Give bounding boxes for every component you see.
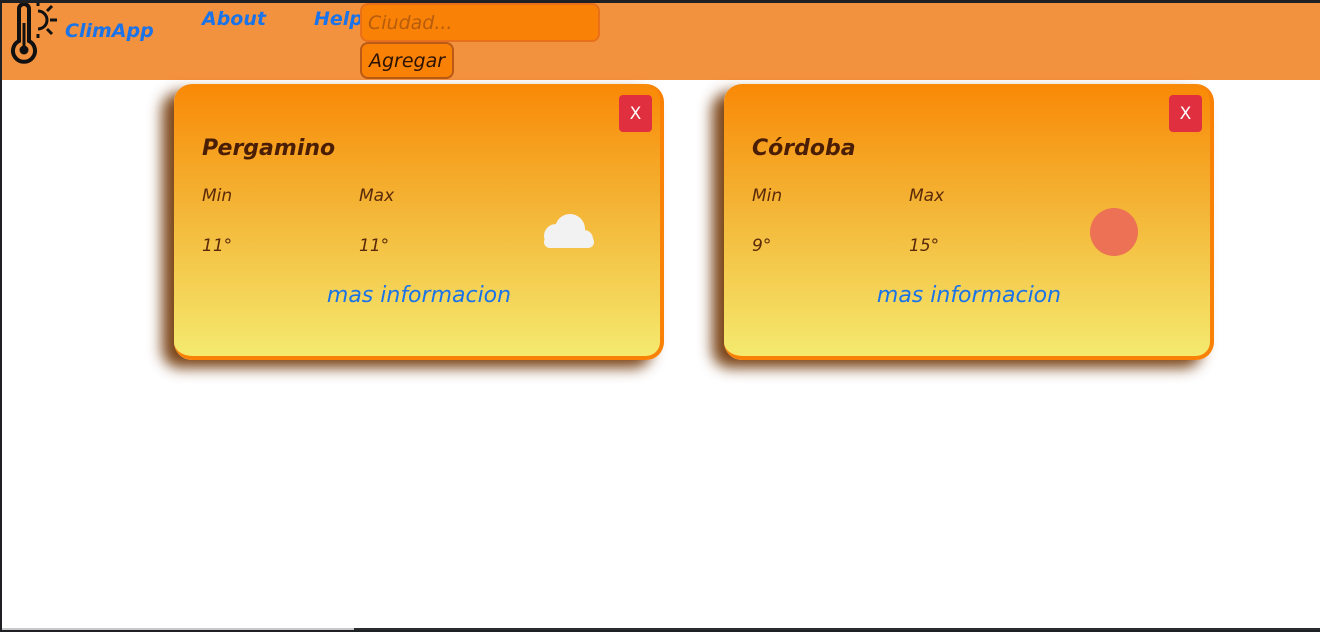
city-name: Córdoba <box>752 136 856 161</box>
scrollbar-thumb[interactable] <box>2 628 354 630</box>
thermometer-sun-icon[interactable] <box>8 3 60 67</box>
max-label: Max <box>909 186 945 206</box>
min-label: Min <box>752 186 783 206</box>
nav-link-about[interactable]: About <box>202 8 266 30</box>
cloud-icon <box>544 214 594 248</box>
max-label: Max <box>359 186 395 206</box>
city-card: X Pergamino Min Max 11° 11° mas informac… <box>174 84 664 360</box>
horizontal-scrollbar[interactable] <box>2 628 1320 630</box>
sun-icon <box>1090 208 1138 256</box>
add-city-button[interactable]: Agregar <box>360 42 454 79</box>
city-card: X Córdoba Min Max 9° 15° mas informacion <box>724 84 1214 360</box>
app-window: ClimApp About Help Agregar X Pergamino M… <box>2 3 1320 630</box>
max-temp: 11° <box>359 236 390 256</box>
min-temp: 9° <box>752 236 772 256</box>
nav-link-help[interactable]: Help <box>314 8 363 30</box>
city-name: Pergamino <box>202 136 336 161</box>
more-info-link[interactable]: mas informacion <box>174 283 664 308</box>
close-card-button[interactable]: X <box>1169 95 1202 132</box>
min-temp: 11° <box>202 236 233 256</box>
more-info-link[interactable]: mas informacion <box>724 283 1214 308</box>
close-card-button[interactable]: X <box>619 95 652 132</box>
min-label: Min <box>202 186 233 206</box>
city-search-input[interactable] <box>360 3 600 42</box>
brand-link[interactable]: ClimApp <box>65 20 154 42</box>
navbar: ClimApp About Help Agregar <box>2 3 1320 80</box>
max-temp: 15° <box>909 236 940 256</box>
